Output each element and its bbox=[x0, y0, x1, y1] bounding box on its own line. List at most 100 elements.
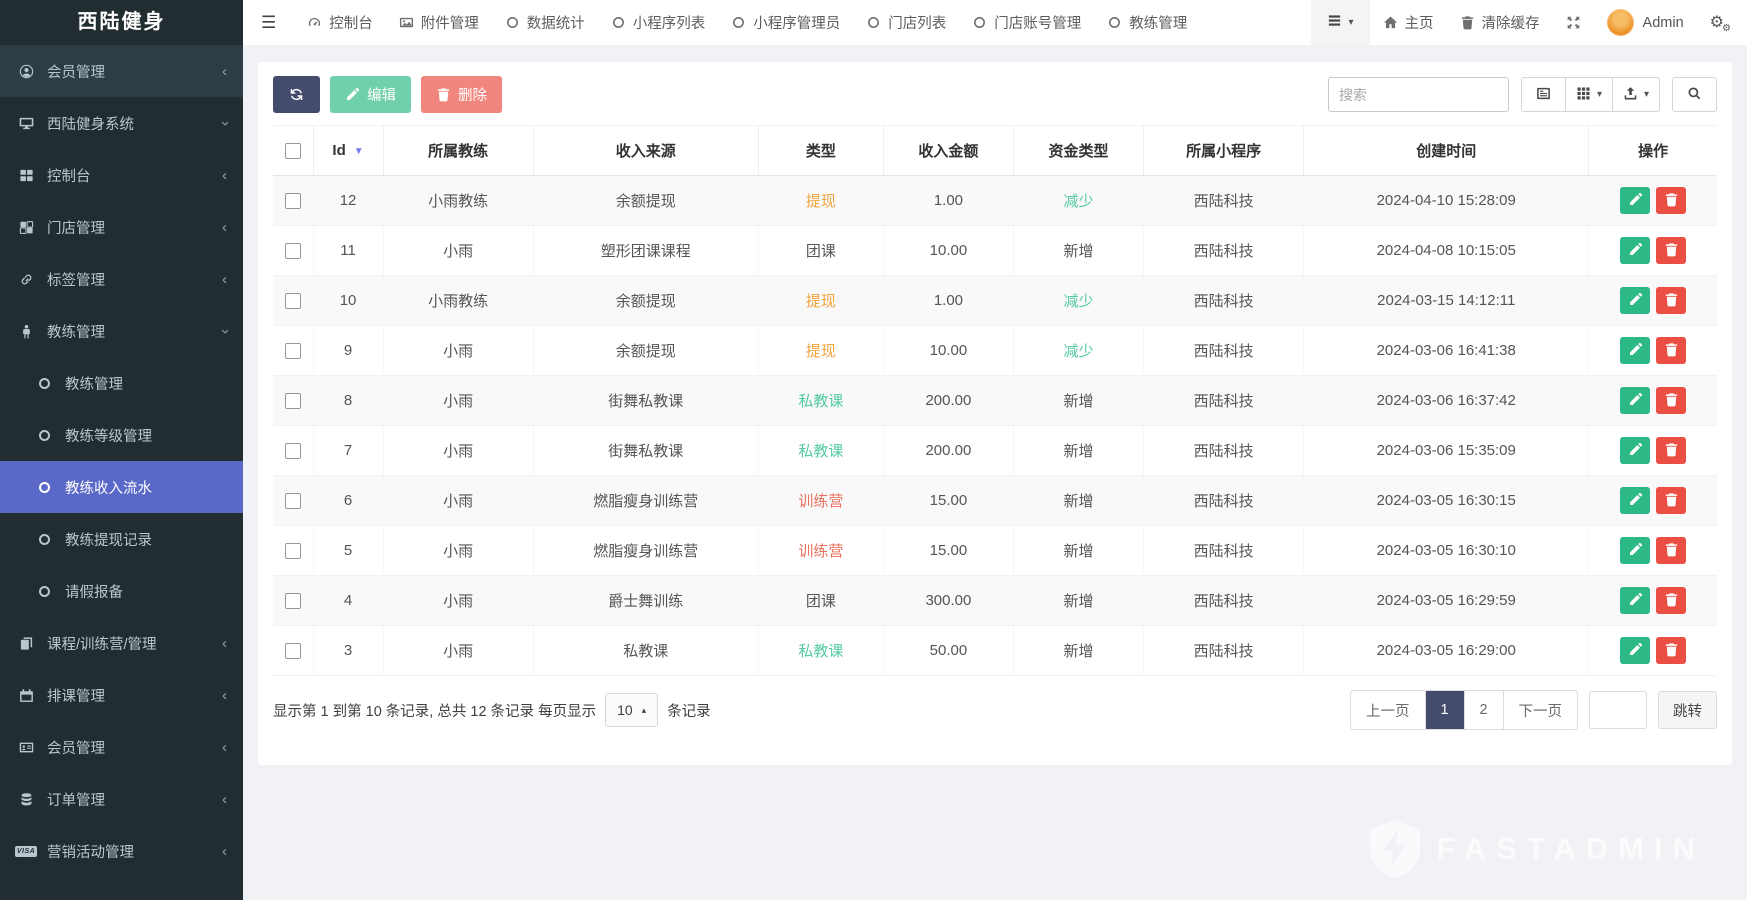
sidebar-item-8[interactable]: 排课管理‹ bbox=[0, 669, 243, 721]
trash-icon bbox=[1664, 242, 1679, 260]
row-delete-button[interactable] bbox=[1656, 287, 1686, 314]
link-icon bbox=[16, 272, 36, 287]
row-checkbox[interactable] bbox=[285, 293, 301, 309]
page-size-dropdown[interactable]: 10 ▴ bbox=[605, 693, 658, 727]
sidebar-subitem-1[interactable]: 教练管理 bbox=[0, 357, 243, 409]
row-checkbox[interactable] bbox=[285, 393, 301, 409]
row-checkbox[interactable] bbox=[285, 643, 301, 659]
search-button[interactable] bbox=[1672, 77, 1717, 112]
column-header-所属小程序: 所属小程序 bbox=[1144, 126, 1304, 176]
next-page-button[interactable]: 下一页 bbox=[1503, 691, 1578, 729]
jump-page-input[interactable] bbox=[1589, 691, 1647, 729]
row-checkbox[interactable] bbox=[285, 493, 301, 509]
sidebar-item-4[interactable]: 门店管理‹ bbox=[0, 201, 243, 253]
row-checkbox[interactable] bbox=[285, 443, 301, 459]
row-checkbox[interactable] bbox=[285, 593, 301, 609]
home-button[interactable]: 主页 bbox=[1370, 0, 1447, 45]
sidebar-subitem-5[interactable]: 请假报备 bbox=[0, 565, 243, 617]
prev-page-button[interactable]: 上一页 bbox=[1351, 691, 1425, 729]
row-edit-button[interactable] bbox=[1620, 387, 1650, 414]
search-input[interactable] bbox=[1328, 77, 1509, 112]
row-delete-button[interactable] bbox=[1656, 237, 1686, 264]
brand-logo[interactable]: 西陆健身 bbox=[0, 0, 243, 45]
sidebar-item-7[interactable]: 课程/训练营/管理‹ bbox=[0, 617, 243, 669]
income-table: Id▼所属教练收入来源类型收入金额资金类型所属小程序创建时间操作 12小雨教练余… bbox=[273, 125, 1717, 676]
row-delete-button[interactable] bbox=[1656, 387, 1686, 414]
row-delete-button[interactable] bbox=[1656, 437, 1686, 464]
cell-actions bbox=[1589, 576, 1717, 626]
sidebar-toggle-icon[interactable]: ☰ bbox=[243, 13, 294, 33]
page-button-1[interactable]: 1 bbox=[1425, 691, 1464, 729]
row-delete-button[interactable] bbox=[1656, 637, 1686, 664]
sidebar-subitem-4[interactable]: 教练提现记录 bbox=[0, 513, 243, 565]
sidebar-subitem-label: 教练提现记录 bbox=[65, 529, 152, 550]
detail-view-button[interactable] bbox=[1521, 77, 1566, 112]
trash-icon bbox=[1664, 642, 1679, 660]
topnav-item-7[interactable]: 门店账号管理 bbox=[959, 0, 1094, 45]
topnav-item-4[interactable]: 小程序列表 bbox=[598, 0, 719, 45]
topnav-item-8[interactable]: 教练管理 bbox=[1094, 0, 1200, 45]
export-button[interactable]: ▾ bbox=[1613, 77, 1660, 112]
edit-button[interactable]: 编辑 bbox=[330, 76, 411, 113]
columns-button[interactable]: ▾ bbox=[1566, 77, 1613, 112]
cell-actions bbox=[1589, 426, 1717, 476]
topnav-item-6[interactable]: 门店列表 bbox=[853, 0, 959, 45]
sidebar-item-5[interactable]: 标签管理‹ bbox=[0, 253, 243, 305]
clear-cache-button[interactable]: 清除缓存 bbox=[1447, 0, 1553, 45]
row-checkbox[interactable] bbox=[285, 193, 301, 209]
cell-coach: 小雨 bbox=[383, 626, 533, 676]
sort-desc-icon[interactable]: ▼ bbox=[354, 146, 364, 157]
topnav-item-5[interactable]: 小程序管理员 bbox=[718, 0, 853, 45]
row-edit-button[interactable] bbox=[1620, 437, 1650, 464]
sidebar-item-9[interactable]: 会员管理‹ bbox=[0, 721, 243, 773]
cell-created: 2024-03-05 16:29:00 bbox=[1304, 626, 1589, 676]
page-button-2[interactable]: 2 bbox=[1464, 691, 1503, 729]
cell-type: 提现 bbox=[758, 276, 883, 326]
sidebar-item-6[interactable]: 教练管理‹ bbox=[0, 305, 243, 357]
select-all-checkbox[interactable] bbox=[285, 143, 301, 159]
sidebar-item-11[interactable]: VISA营销活动管理‹ bbox=[0, 825, 243, 877]
sidebar-item-1[interactable]: 会员管理‹ bbox=[0, 45, 243, 97]
row-edit-button[interactable] bbox=[1620, 237, 1650, 264]
user-menu[interactable]: Admin bbox=[1594, 0, 1697, 45]
cell-type: 团课 bbox=[758, 226, 883, 276]
delete-button[interactable]: 删除 bbox=[421, 76, 502, 113]
row-edit-button[interactable] bbox=[1620, 337, 1650, 364]
row-checkbox[interactable] bbox=[285, 343, 301, 359]
cell-source: 燃脂瘦身训练营 bbox=[533, 476, 758, 526]
row-checkbox[interactable] bbox=[285, 543, 301, 559]
settings-button[interactable]: ⚙⚙ bbox=[1697, 0, 1737, 45]
row-edit-button[interactable] bbox=[1620, 587, 1650, 614]
topnav-item-1[interactable]: 控制台 bbox=[294, 0, 386, 45]
fullscreen-button[interactable] bbox=[1553, 0, 1594, 45]
cell-created: 2024-03-15 14:12:11 bbox=[1304, 276, 1589, 326]
row-delete-button[interactable] bbox=[1656, 587, 1686, 614]
cell-created: 2024-03-06 16:41:38 bbox=[1304, 326, 1589, 376]
row-edit-button[interactable] bbox=[1620, 487, 1650, 514]
jump-button[interactable]: 跳转 bbox=[1658, 691, 1717, 729]
sidebar-item-2[interactable]: 西陆健身系统‹ bbox=[0, 97, 243, 149]
row-delete-button[interactable] bbox=[1656, 487, 1686, 514]
row-checkbox[interactable] bbox=[285, 243, 301, 259]
cell-source: 私教课 bbox=[533, 626, 758, 676]
row-edit-button[interactable] bbox=[1620, 187, 1650, 214]
row-delete-button[interactable] bbox=[1656, 187, 1686, 214]
fund-type-badge: 新增 bbox=[1063, 393, 1093, 410]
column-header-label: 收入来源 bbox=[616, 143, 676, 160]
table-row: 6小雨燃脂瘦身训练营训练营15.00新增西陆科技2024-03-05 16:30… bbox=[273, 476, 1717, 526]
sidebar-subitem-3[interactable]: 教练收入流水 bbox=[0, 461, 243, 513]
type-badge: 团课 bbox=[806, 593, 836, 610]
sidebar-item-10[interactable]: 订单管理‹ bbox=[0, 773, 243, 825]
sidebar-item-3[interactable]: 控制台‹ bbox=[0, 149, 243, 201]
row-delete-button[interactable] bbox=[1656, 337, 1686, 364]
row-edit-button[interactable] bbox=[1620, 537, 1650, 564]
topnav-item-2[interactable]: 附件管理 bbox=[386, 0, 492, 45]
row-edit-button[interactable] bbox=[1620, 287, 1650, 314]
menu-dropdown-button[interactable]: ▾ bbox=[1311, 0, 1370, 45]
sidebar-subitem-2[interactable]: 教练等级管理 bbox=[0, 409, 243, 461]
row-delete-button[interactable] bbox=[1656, 537, 1686, 564]
row-edit-button[interactable] bbox=[1620, 637, 1650, 664]
topnav-item-3[interactable]: 数据统计 bbox=[492, 0, 598, 45]
table-row: 12小雨教练余额提现提现1.00减少西陆科技2024-04-10 15:28:0… bbox=[273, 176, 1717, 226]
refresh-button[interactable] bbox=[273, 76, 320, 113]
